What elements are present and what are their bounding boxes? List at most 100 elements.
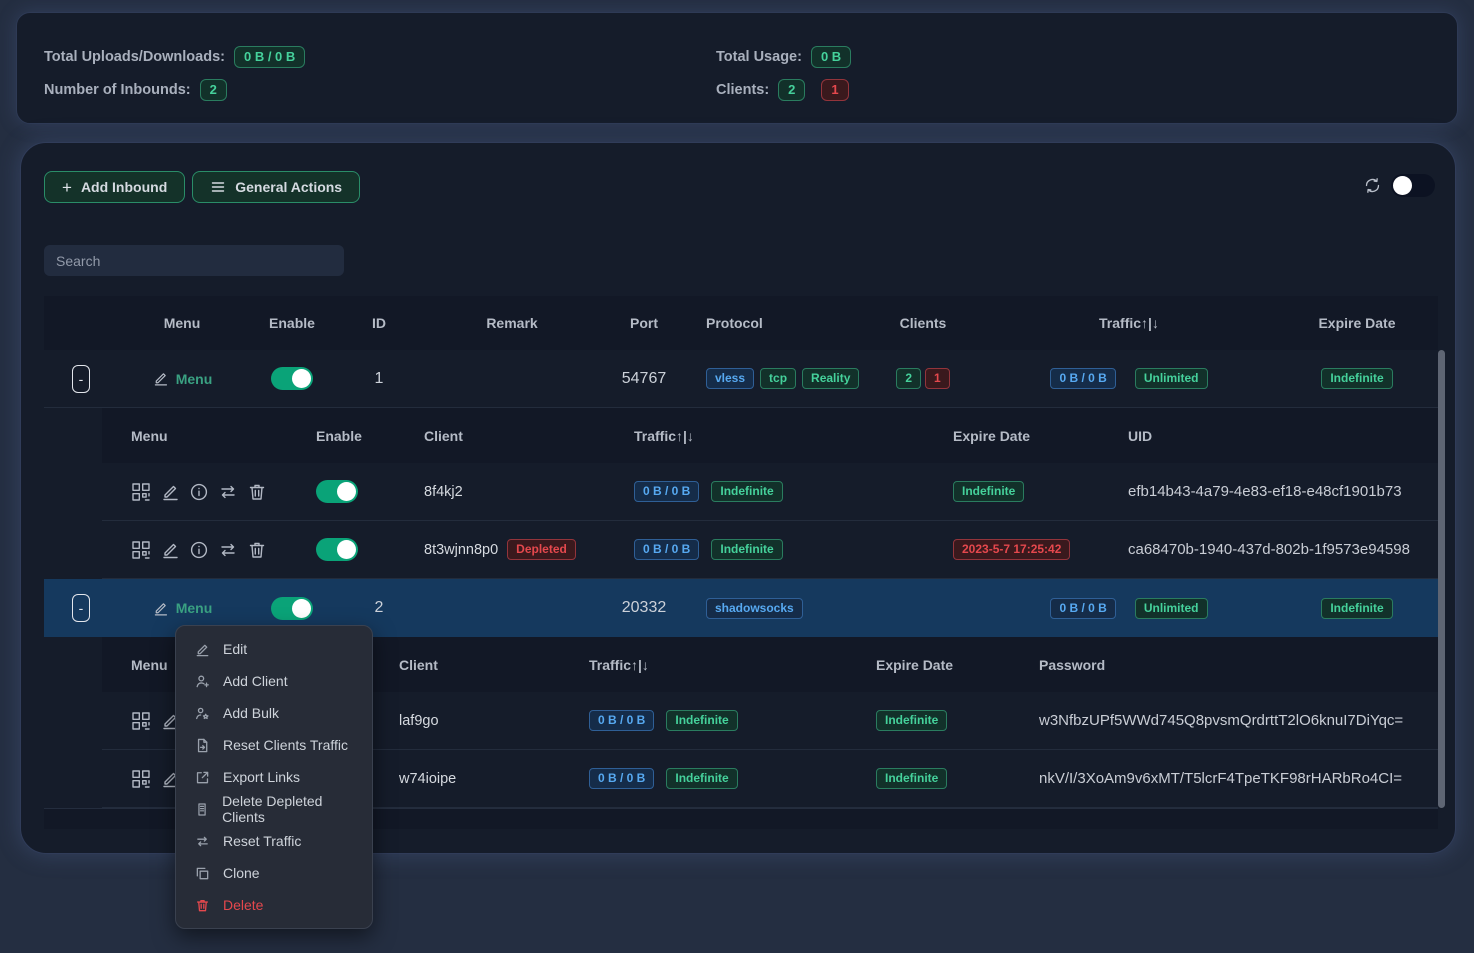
inbounds-value-badge: 2: [200, 79, 227, 101]
inbound-2-id: 2: [375, 599, 384, 617]
client-password: nkV/I/3XoAm9v6xMT/T5lcrF4TpeTKF98rHARbRo…: [1039, 770, 1402, 787]
client-name: 8t3wjnn8p0: [424, 542, 498, 558]
dark-mode-toggle[interactable]: [1391, 174, 1435, 197]
qr-code-icon[interactable]: [131, 711, 151, 731]
info-icon[interactable]: [189, 540, 209, 560]
menu-item-add-bulk[interactable]: Add Bulk: [176, 697, 372, 729]
quota-badge: Indefinite: [711, 539, 782, 560]
expire-badge: 2023-5-7 17:25:42: [953, 539, 1070, 560]
header-cell-port: Port: [604, 296, 684, 350]
edit-pencil-icon[interactable]: [160, 482, 180, 502]
client-enable-toggle[interactable]: [316, 480, 358, 503]
delete-trash-icon: [195, 898, 210, 913]
edit-pencil-icon[interactable]: [160, 540, 180, 560]
toggle-knob: [1393, 176, 1412, 195]
hamburger-icon: [210, 179, 226, 195]
total-usage: Total Usage: 0 B: [716, 46, 851, 68]
header-cell-remark: Remark: [420, 296, 604, 350]
menu-item-export-links[interactable]: Export Links: [176, 761, 372, 793]
add-inbound-label: Add Inbound: [81, 179, 167, 195]
header-cell-uid: UID: [1128, 408, 1438, 463]
qr-code-icon[interactable]: [131, 482, 151, 502]
traffic-badge: 0 B / 0 B: [634, 539, 699, 560]
total-uploads-downloads: Total Uploads/Downloads: 0 B / 0 B: [44, 46, 305, 68]
reset-traffic-icon[interactable]: [218, 540, 238, 560]
header-cell-traffic-sort[interactable]: Traffic↑|↓: [982, 296, 1276, 350]
header-cell-expire-date: Expire Date: [1276, 296, 1438, 350]
quota-badge: Indefinite: [711, 481, 782, 502]
inbound-1-id: 1: [375, 370, 384, 388]
menu-item-reset-clients-traffic[interactable]: Reset Clients Traffic: [176, 729, 372, 761]
inbounds-label: Number of Inbounds:: [44, 82, 191, 98]
clients-depleted-badge: 1: [925, 368, 950, 389]
menu-link-label: Menu: [176, 371, 213, 387]
usage-value-badge: 0 B: [811, 46, 851, 68]
clients-label: Clients:: [716, 82, 769, 98]
qr-code-icon[interactable]: [131, 540, 151, 560]
add-inbound-button[interactable]: + Add Inbound: [44, 171, 185, 203]
table-scrollbar[interactable]: [1438, 350, 1445, 808]
clients-count: Clients: 2 1: [716, 79, 851, 101]
qr-code-icon[interactable]: [131, 769, 151, 789]
panel-controls: [1363, 174, 1435, 197]
search-input[interactable]: [44, 245, 344, 276]
add-bulk-icon: [195, 706, 210, 721]
menu-item-add-client[interactable]: Add Client: [176, 665, 372, 697]
protocol-badge: vless: [706, 368, 754, 389]
uploads-value-badge: 0 B / 0 B: [234, 46, 305, 68]
traffic-badge: 0 B / 0 B: [589, 710, 654, 731]
inbound-2-enable-toggle[interactable]: [271, 597, 313, 620]
security-badge: Reality: [802, 368, 859, 389]
header-cell-traffic-sort[interactable]: Traffic↑|↓: [634, 408, 953, 463]
header-cell-enable: Enable: [246, 296, 338, 350]
header-cell-menu: Menu: [102, 408, 316, 463]
header-cell-password: Password: [1039, 637, 1438, 692]
quota-badge: Indefinite: [666, 710, 737, 731]
header-cell-expand: [44, 296, 118, 350]
menu-item-reset-traffic[interactable]: Reset Traffic: [176, 825, 372, 857]
add-client-icon: [195, 674, 210, 689]
inbound-1-enable-toggle[interactable]: [271, 367, 313, 390]
plus-icon: +: [62, 179, 72, 196]
reset-traffic-icon: [195, 834, 210, 849]
client-enable-toggle[interactable]: [316, 538, 358, 561]
header-cell-clients: Clients: [864, 296, 982, 350]
inbound-row-1[interactable]: - Menu 1 54767 vless tcp Reality 2: [44, 350, 1438, 408]
traffic-badge: 0 B / 0 B: [634, 481, 699, 502]
menu-item-label: Reset Clients Traffic: [223, 737, 348, 753]
menu-item-clone[interactable]: Clone: [176, 857, 372, 889]
delete-trash-icon[interactable]: [247, 482, 267, 502]
inbound-2-remark: [420, 579, 604, 637]
menu-item-edit[interactable]: Edit: [176, 633, 372, 665]
edit-pencil-icon: [152, 370, 169, 387]
header-cell-protocol: Protocol: [684, 296, 864, 350]
expire-badge: Indefinite: [1321, 368, 1392, 389]
refresh-icon[interactable]: [1363, 176, 1382, 195]
expire-badge: Indefinite: [953, 481, 1024, 502]
menu-item-delete[interactable]: Delete: [176, 889, 372, 921]
quota-badge: Indefinite: [666, 768, 737, 789]
inbound-1-menu-button[interactable]: Menu: [152, 370, 213, 387]
delete-depleted-clients-icon: [195, 802, 209, 817]
quota-badge: Unlimited: [1135, 368, 1208, 389]
quota-badge: Unlimited: [1135, 598, 1208, 619]
clone-icon: [195, 866, 210, 881]
toggle-knob: [292, 599, 311, 618]
menu-item-label: Add Client: [223, 673, 288, 689]
delete-trash-icon[interactable]: [247, 540, 267, 560]
transport-badge: tcp: [760, 368, 796, 389]
collapse-inbound-1-button[interactable]: -: [72, 365, 90, 393]
depleted-badge: Depleted: [507, 539, 576, 560]
traffic-badge: 0 B / 0 B: [1050, 368, 1115, 389]
client-row: 8f4kj2 0 B / 0 B Indefinite Indefinite e…: [102, 463, 1438, 521]
general-actions-button[interactable]: General Actions: [192, 171, 360, 203]
header-cell-traffic-sort[interactable]: Traffic↑|↓: [589, 637, 876, 692]
inbound-2-menu-button[interactable]: Menu: [152, 600, 213, 617]
reset-traffic-icon[interactable]: [218, 482, 238, 502]
export-links-icon: [195, 770, 210, 785]
collapse-inbound-2-button[interactable]: -: [72, 594, 90, 622]
inbound-context-menu: Edit Add Client Add Bulk Reset Clients T…: [175, 625, 373, 929]
info-icon[interactable]: [189, 482, 209, 502]
menu-item-delete-depleted-clients[interactable]: Delete Depleted Clients: [176, 793, 372, 825]
traffic-badge: 0 B / 0 B: [589, 768, 654, 789]
